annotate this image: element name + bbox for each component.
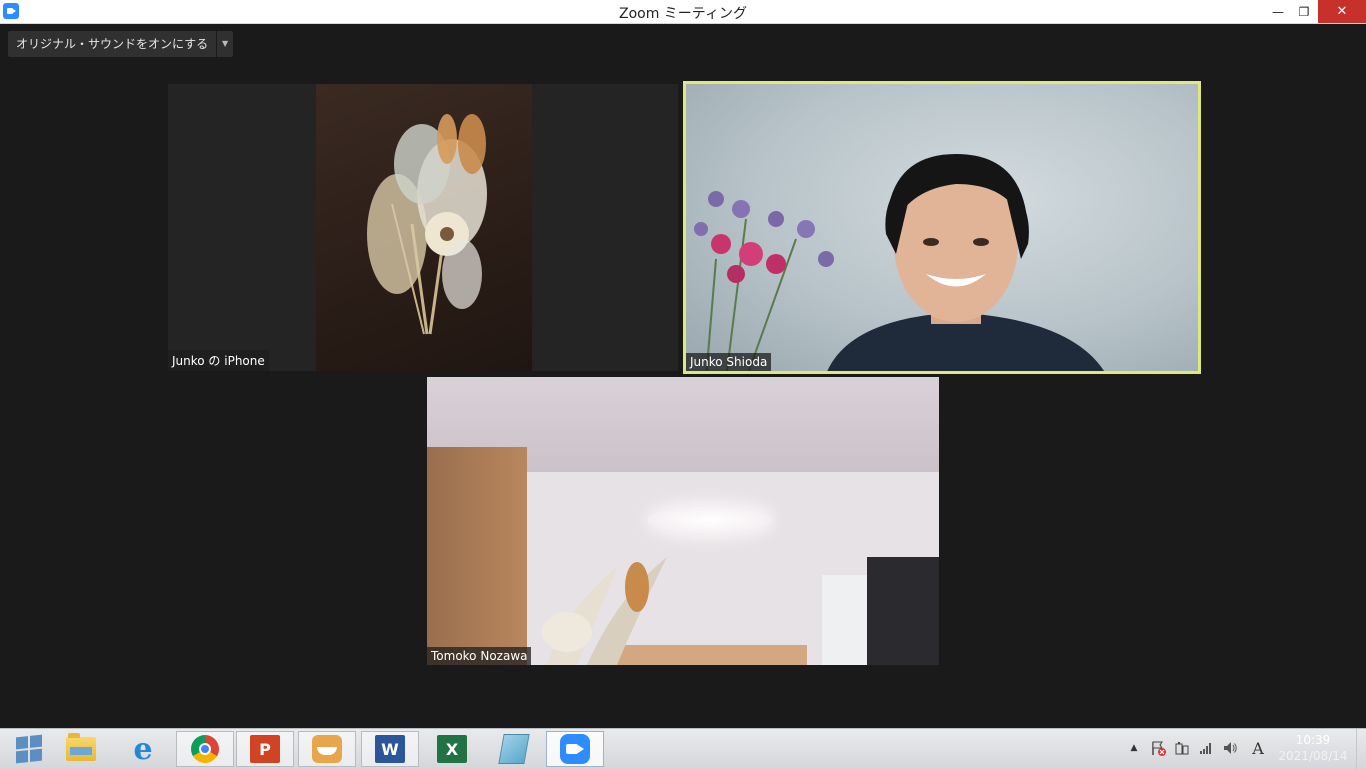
taskbar-notepad[interactable]: [485, 731, 543, 767]
ime-mode-icon[interactable]: A: [1249, 739, 1267, 758]
participant-name-label: Junko Shioda: [686, 353, 772, 371]
show-hidden-icons-chevron-icon[interactable]: ▲: [1125, 739, 1143, 757]
window-titlebar: Zoom ミーティング — ❐ ✕: [0, 0, 1366, 24]
powerpoint-icon: P: [250, 735, 280, 763]
zoom-icon: [560, 734, 590, 764]
internet-explorer-icon: e: [133, 731, 153, 767]
participant-name-label: Tomoko Nozawa: [427, 647, 532, 665]
windows-start-icon: [16, 734, 42, 764]
ceiling-light: [647, 505, 772, 535]
clock-date: 2021/08/14: [1278, 749, 1348, 763]
original-sound-dropdown-icon[interactable]: ▼: [217, 31, 234, 57]
show-desktop-button[interactable]: [1356, 729, 1366, 769]
excel-icon: X: [437, 735, 467, 763]
battery-power-icon[interactable]: [1173, 739, 1191, 757]
chrome-icon: [191, 735, 219, 763]
taskbar-powerpoint[interactable]: P: [236, 731, 294, 767]
taskbar-excel[interactable]: X: [423, 731, 481, 767]
clock-time: 10:39: [1295, 733, 1331, 747]
taskbar-clock[interactable]: 10:39 2021/08/14: [1276, 732, 1350, 764]
dried-flowers-foreground: [542, 557, 667, 665]
smile-app-icon: [312, 735, 342, 763]
action-center-flag-icon[interactable]: [1149, 739, 1167, 757]
word-icon: W: [375, 735, 405, 763]
taskbar-smile-app[interactable]: [298, 731, 356, 767]
notepad-icon: [498, 734, 530, 764]
taskbar-zoom[interactable]: [546, 731, 604, 767]
taskbar-word[interactable]: W: [361, 731, 419, 767]
network-signal-icon[interactable]: [1197, 739, 1215, 757]
shelf: [867, 557, 939, 665]
taskbar-chrome[interactable]: [176, 731, 234, 767]
room-door: [427, 447, 527, 665]
volume-speaker-icon[interactable]: [1221, 739, 1239, 757]
taskbar-file-explorer[interactable]: [52, 731, 110, 767]
video-tile-junko-shioda[interactable]: Junko Shioda: [683, 81, 1201, 374]
close-button[interactable]: ✕: [1318, 0, 1366, 23]
bouquet-video-feed: [316, 84, 532, 371]
restore-button[interactable]: ❐: [1287, 0, 1321, 23]
video-tile-junko-iphone[interactable]: Junko の iPhone: [168, 84, 678, 371]
participant-name-label: Junko の iPhone: [168, 350, 269, 371]
original-sound-control: オリジナル・サウンドをオンにする ▼: [8, 31, 234, 57]
taskbar-internet-explorer[interactable]: e: [114, 731, 172, 767]
window-title: Zoom ミーティング: [619, 6, 747, 22]
dried-bouquet-image: [367, 114, 487, 335]
participant-person-image: [827, 154, 1104, 371]
windows-taskbar: e P W X ▲ A 10:39 2021/08/14: [0, 728, 1366, 769]
start-button[interactable]: [0, 731, 58, 767]
file-explorer-icon: [66, 733, 96, 761]
video-tile-tomoko-nozawa[interactable]: Tomoko Nozawa: [427, 377, 939, 665]
original-sound-button[interactable]: オリジナル・サウンドをオンにする: [8, 31, 217, 57]
